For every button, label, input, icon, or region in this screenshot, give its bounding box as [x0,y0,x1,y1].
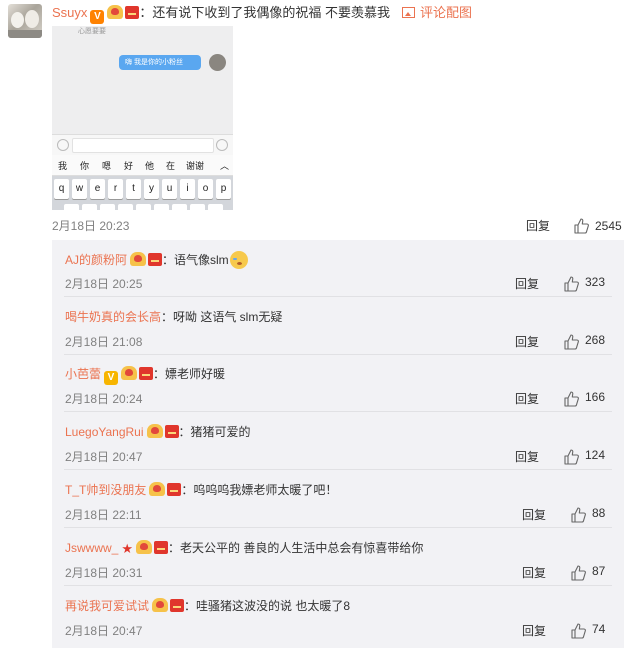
like-count: 124 [585,448,606,462]
thumbs-up-icon [571,565,586,581]
thumbs-up-icon [571,507,586,523]
reply-time: 2月18日 20:31 [65,566,143,580]
verified-badge-icon: V [104,371,119,385]
verified-badge-icon: V [90,10,105,24]
reply-text: ：猪猪可爱的 [178,425,251,439]
like-count: 74 [592,622,606,636]
thumbs-up-icon [564,449,579,465]
chat-input-bar [52,134,233,155]
fan-badge-icon [152,598,169,612]
reply-username[interactable]: LuegoYangRui [65,425,144,439]
thumbs-up-icon [564,334,579,350]
reply-username[interactable]: 小芭蕾 [65,367,101,381]
reply-button[interactable]: 回复 [515,333,539,350]
reply-time: 2月18日 20:25 [65,277,143,291]
reply-button[interactable]: 回复 [522,506,546,523]
main-comment-line: Ssuyx V ：还有说下收到了我偶像的祝福 不要羡慕我 评论配图 [52,4,472,24]
like-count: 166 [585,390,606,404]
reply-button[interactable]: 回复 [526,217,550,235]
chat-bubble: 嗨 我是你的小粉丝 [119,55,201,70]
reply-username[interactable]: Jswwww_ [65,541,118,555]
reply-time: 2月18日 22:11 [65,508,142,522]
fan-badge-icon [149,482,166,496]
list-item: LuegoYangRui ：猪猪可爱的 2月18日 20:47 回复 124 [52,413,624,470]
reply-button[interactable]: 回复 [515,275,539,292]
comment-username[interactable]: Ssuyx [52,5,87,20]
fan-badge-icon [136,540,152,554]
thumbs-up-icon [571,623,586,639]
voice-icon [57,139,69,151]
thumbs-up-icon [564,391,579,407]
fan-badge-icon [121,366,138,380]
reply-button[interactable]: 回复 [515,448,539,465]
cry-laugh-icon [229,251,248,269]
replies-panel: AJ的颜粉阿 ：语气像slm 2月18日 20:25 回复 323 喝牛奶真的会长… [52,240,624,648]
picture-icon [402,7,416,18]
reply-time: 2月18日 20:24 [65,392,143,406]
like-count: 323 [585,275,606,289]
avatar[interactable] [8,4,42,38]
reply-time: 2月18日 21:08 [65,335,143,349]
red-badge-icon [125,6,140,19]
fan-badge-icon [130,252,147,266]
reply-button[interactable]: 回复 [522,622,546,639]
like-count: 268 [585,333,606,347]
list-item: AJ的颜粉阿 ：语气像slm 2月18日 20:25 回复 323 [52,240,624,297]
comment-time: 2月18日 20:23 [52,219,130,233]
star-badge-icon: ★ [121,541,133,556]
fan-badge-icon [146,424,163,438]
like-count: 87 [592,564,606,578]
comment-text: ：还有说下收到了我偶像的祝福 不要羡慕我 [139,5,391,20]
keyboard-candidates: 我 你 嗯 好 他 在 谢谢 ︿ [52,155,233,176]
reply-text: ：老天公平的 善良的人生活中总会有惊喜带给你 [168,541,424,555]
reply-text: ：呀呦 这语气 slm无疑 [161,310,283,324]
reply-button[interactable]: 回复 [522,564,546,581]
comment-picture-link[interactable]: 评论配图 [402,5,472,20]
reply-username[interactable]: T_T帅到没朋友 [65,483,146,497]
reply-text: ：嫖老师好暖 [153,367,226,381]
fan-badge-icon [107,5,124,19]
chat-avatar [209,54,226,71]
reply-username[interactable]: 再说我可爱试试 [65,599,149,613]
red-badge-icon [154,541,168,554]
list-item: 小芭蕾 V ：嫖老师好暖 2月18日 20:24 回复 166 [52,355,624,412]
red-badge-icon [148,253,163,266]
red-badge-icon [164,425,179,438]
red-badge-icon [167,483,182,496]
reply-time: 2月18日 20:47 [65,624,143,638]
reply-username[interactable]: AJ的颜粉阿 [65,253,127,267]
list-item: 再说我可爱试试 ：哇骚猪这波没的说 也太暖了8 2月18日 20:47 回复 74 [52,587,624,644]
like-count: 88 [592,506,606,520]
list-item: Jswwww_ ★ ：老天公平的 善良的人生活中总会有惊喜带给你 2月18日 20:… [52,529,624,586]
comment-picture[interactable]: 心愿要要 嗨 我是你的小粉丝 我 你 嗯 好 他 在 谢谢 ︿ q w e r … [52,26,233,210]
red-badge-icon [170,599,185,612]
old-message: 心愿要要 [78,28,106,35]
list-item: T_T帅到没朋友 ：呜呜呜我嫖老师太暖了吧！ 2月18日 22:11 回复 88 [52,471,624,528]
reply-username[interactable]: 喝牛奶真的会长高 [65,310,161,324]
plus-icon [216,139,228,151]
list-item: 喝牛奶真的会长高：呀呦 这语气 slm无疑 2月18日 21:08 回复 268 [52,298,624,355]
keyboard: q w e r t y u i o p [52,176,233,210]
thumbs-up-icon [574,218,589,234]
reply-text: ：语气像slm [162,253,229,267]
main-comment-meta: 2月18日 20:23 回复 2545 [52,217,624,235]
like-count: 2545 [595,219,622,233]
reply-text: ：哇骚猪这波没的说 也太暖了8 [184,599,351,613]
red-badge-icon [139,367,154,380]
reply-button[interactable]: 回复 [515,390,539,407]
reply-text: ：呜呜呜我嫖老师太暖了吧！ [181,483,338,497]
thumbs-up-icon [564,276,579,292]
reply-time: 2月18日 20:47 [65,450,143,464]
